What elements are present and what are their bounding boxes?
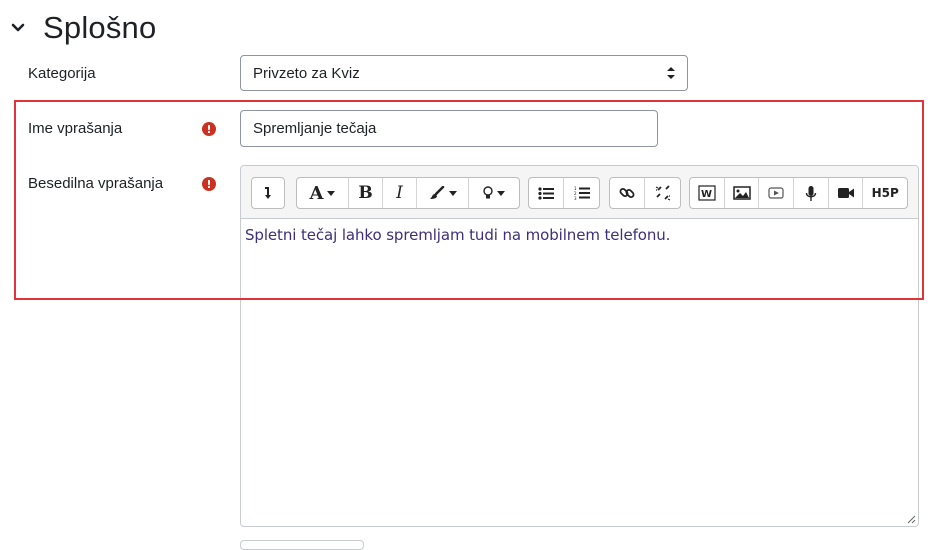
section-title: Splošno <box>43 10 157 45</box>
category-select[interactable]: Privzeto za Kviz <box>240 55 688 91</box>
resize-handle-icon[interactable] <box>907 515 916 524</box>
section-header[interactable]: Splošno <box>8 8 156 48</box>
select-arrows-icon <box>667 67 675 79</box>
chevron-down-icon[interactable] <box>8 18 28 38</box>
partial-button[interactable] <box>240 540 364 550</box>
highlight-box <box>14 100 924 300</box>
category-label: Kategorija <box>28 65 96 82</box>
category-select-value: Privzeto za Kviz <box>253 64 360 82</box>
